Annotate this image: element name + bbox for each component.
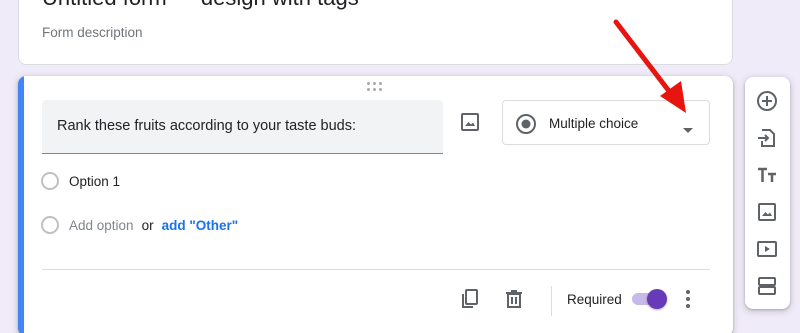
more-vert-icon[interactable] — [676, 287, 700, 311]
required-label: Required — [567, 292, 622, 307]
trash-icon[interactable] — [502, 287, 526, 311]
question-type-label: Multiple choice — [549, 116, 639, 131]
add-other-button[interactable]: add "Other" — [162, 218, 239, 233]
floating-toolbar — [745, 77, 790, 309]
drag-handle-icon[interactable] — [367, 82, 383, 92]
option-label[interactable]: Option 1 — [69, 174, 120, 189]
form-header-card: Untitled form — design with tags Form de… — [18, 0, 733, 65]
section-icon[interactable] — [755, 274, 779, 298]
image-icon[interactable] — [458, 110, 482, 134]
or-text: or — [141, 217, 154, 233]
active-card-accent — [18, 76, 24, 333]
footer-separator — [551, 286, 552, 316]
image-icon[interactable] — [755, 200, 779, 224]
add-option-input[interactable]: Add option — [69, 218, 134, 233]
video-icon[interactable] — [755, 237, 779, 261]
toggle-thumb — [647, 289, 667, 309]
question-card[interactable]: Rank these fruits according to your tast… — [18, 76, 733, 333]
form-description-field[interactable]: Form description — [42, 25, 143, 40]
option-row[interactable]: Option 1 — [41, 172, 120, 190]
form-title[interactable]: Untitled form — design with tags — [42, 0, 359, 11]
import-icon[interactable] — [755, 126, 779, 150]
title-text-icon[interactable] — [755, 163, 779, 187]
footer-divider — [42, 269, 710, 270]
radio-button-icon — [515, 113, 537, 140]
radio-circle-icon — [41, 172, 59, 190]
radio-circle-icon — [41, 216, 59, 234]
dropdown-caret-icon — [683, 121, 693, 139]
question-title-input[interactable]: Rank these fruits according to your tast… — [42, 100, 443, 154]
add-circle-icon[interactable] — [755, 89, 779, 113]
add-option-row: Add option or add "Other" — [41, 216, 238, 234]
question-type-dropdown[interactable]: Multiple choice — [502, 100, 710, 145]
required-toggle[interactable] — [632, 289, 667, 309]
question-title-text: Rank these fruits according to your tast… — [57, 118, 357, 134]
duplicate-icon[interactable] — [458, 287, 482, 311]
